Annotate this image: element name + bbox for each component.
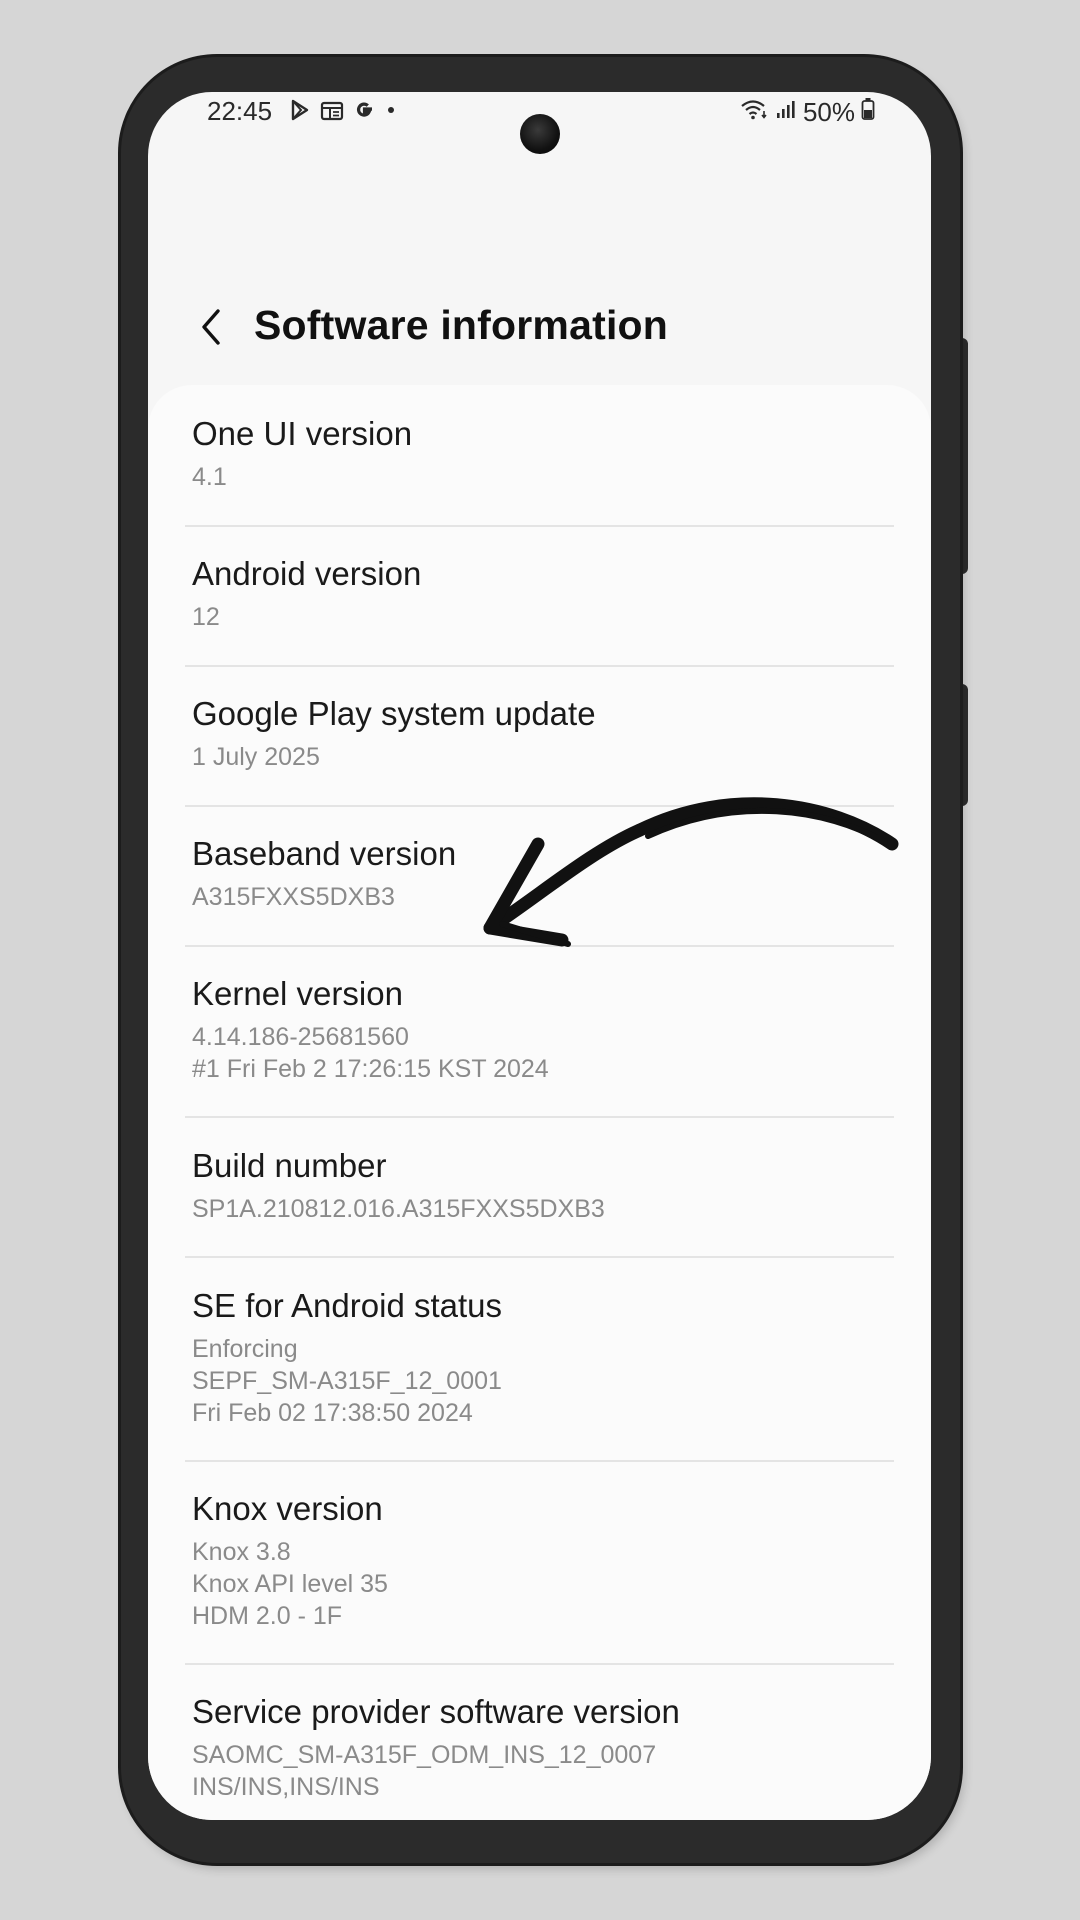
item-title: Knox version [192, 1490, 383, 1527]
list-item-build-number[interactable]: Build number SP1A.210812.016.A315FXXS5DX… [185, 1147, 894, 1257]
item-value: HDM 2.0 - 1F [192, 1602, 343, 1630]
page-header: Software information [148, 282, 931, 372]
annotation-arrow-icon [483, 797, 899, 947]
divider [185, 1663, 894, 1665]
status-notification-icons [288, 98, 398, 129]
list-item-kernel-version[interactable]: Kernel version 4.14.186-25681560 #1 Fri … [185, 975, 894, 1115]
google-icon [352, 98, 376, 129]
divider [185, 1116, 894, 1118]
item-title: One UI version [192, 415, 413, 452]
item-value: Knox API level 35 [192, 1570, 388, 1598]
list-item-se-for-android-status[interactable]: SE for Android status Enforcing SEPF_SM-… [185, 1287, 894, 1459]
item-value: Knox 3.8 [192, 1538, 291, 1566]
software-info-list: One UI version 4.1 Android version 12 Go… [148, 385, 931, 1820]
list-item-knox-version[interactable]: Knox version Knox 3.8 Knox API level 35 … [185, 1490, 894, 1662]
item-title: Baseband version [192, 835, 457, 872]
battery-icon [861, 96, 875, 129]
news-icon [320, 98, 344, 129]
item-value: INS/INS,INS/INS [192, 1773, 380, 1801]
item-value: #1 Fri Feb 2 17:26:15 KST 2024 [192, 1055, 549, 1083]
battery-percent: 50% [802, 97, 855, 127]
play-store-icon [288, 98, 312, 129]
signal-icon [775, 97, 797, 128]
item-value: SEPF_SM-A315F_12_0001 [192, 1367, 502, 1395]
item-value: 1 July 2025 [192, 743, 320, 771]
chevron-left-icon [202, 309, 220, 345]
item-value: 4.1 [192, 463, 227, 491]
divider [185, 1460, 894, 1462]
item-value: Fri Feb 02 17:38:50 2024 [192, 1399, 473, 1427]
item-value: SAOMC_SM-A315F_ODM_INS_12_0007 [192, 1741, 657, 1769]
divider [185, 525, 894, 527]
item-title: Service provider software version [192, 1693, 680, 1730]
item-value: A315FXXS5DXB3 [192, 883, 395, 911]
item-value: SP1A.210812.016.A315FXXS5DXB3 [192, 1195, 605, 1223]
item-title: Build number [192, 1147, 387, 1184]
item-title: Android version [192, 555, 422, 592]
item-title: SE for Android status [192, 1287, 503, 1324]
divider [185, 1256, 894, 1258]
list-item-android-version[interactable]: Android version 12 [185, 555, 894, 665]
status-time: 22:45 [207, 96, 273, 126]
list-item-google-play-system-update[interactable]: Google Play system update 1 July 2025 [185, 695, 894, 805]
list-item-service-provider-software-version[interactable]: Service provider software version SAOMC_… [185, 1693, 894, 1820]
notification-dot-icon [384, 98, 398, 129]
item-title: Kernel version [192, 975, 403, 1012]
list-item-one-ui-version[interactable]: One UI version 4.1 [185, 415, 894, 525]
divider [185, 665, 894, 667]
item-value: 12 [192, 603, 220, 631]
wifi-icon [739, 97, 769, 128]
front-camera [520, 114, 560, 154]
back-button[interactable] [188, 304, 234, 350]
item-title: Google Play system update [192, 695, 596, 732]
page-title: Software information [254, 302, 669, 348]
status-system-icons: 50% [739, 96, 875, 129]
item-value: Enforcing [192, 1335, 298, 1363]
item-value: 4.14.186-25681560 [192, 1023, 409, 1051]
page-stage: 22:45 50% Software information One UI ve… [0, 0, 1080, 1920]
